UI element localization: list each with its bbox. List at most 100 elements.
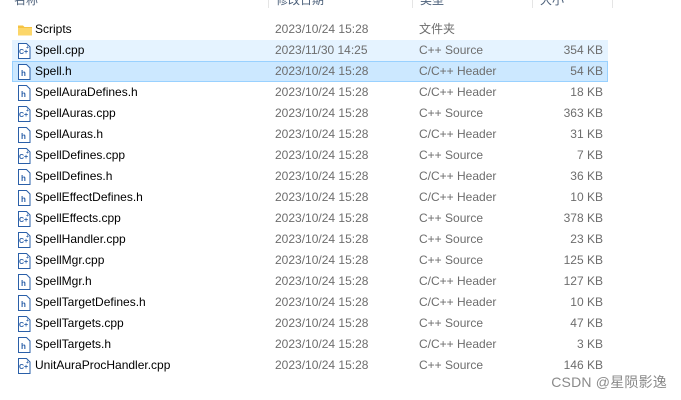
cpp-file-icon: C+ +: [17, 43, 31, 59]
file-type: C++ Source: [419, 43, 484, 57]
file-modified-date: 2023/11/30 14:25: [275, 43, 368, 57]
file-row[interactable]: C+ + SpellHandler.cpp 2023/10/24 15:28 C++ S…: [12, 229, 608, 250]
file-modified-date: 2023/10/24 15:28: [275, 253, 369, 267]
file-name: Scripts: [35, 22, 72, 36]
file-type: C++ Source: [419, 148, 484, 162]
cpp-file-icon: C+ +: [17, 148, 31, 164]
cpp-file-icon: C+ +: [17, 211, 31, 227]
header-file-icon: h: [17, 337, 31, 353]
file-row[interactable]: h SpellTargets.h 2023/10/24 15:28 C/C++ Hea…: [12, 334, 608, 355]
header-file-icon: h: [17, 190, 31, 206]
svg-text:h: h: [21, 342, 26, 351]
file-size: 18 KB: [570, 85, 603, 99]
column-name-header[interactable]: 名称: [14, 0, 38, 8]
header-file-icon: h: [17, 85, 31, 101]
file-size: 125 KB: [563, 253, 603, 267]
svg-text:+: +: [26, 255, 29, 261]
file-type: C/C++ Header: [419, 85, 497, 99]
file-size: 54 KB: [570, 64, 603, 78]
cpp-file-icon: C+ +: [17, 232, 31, 248]
file-row[interactable]: C+ + Spell.cpp 2023/11/30 14:25 C++ Source 35…: [12, 40, 608, 61]
file-name: SpellAuras.cpp: [35, 106, 116, 120]
file-name: Spell.cpp: [35, 43, 85, 57]
file-row[interactable]: h SpellEffectDefines.h 2023/10/24 15:28 C/C…: [12, 187, 608, 208]
file-name: SpellTargetDefines.h: [35, 295, 146, 309]
file-modified-date: 2023/10/24 15:28: [275, 316, 369, 330]
file-row[interactable]: C+ + UnitAuraProcHandler.cpp 2023/10/24 15:…: [12, 355, 608, 376]
cpp-file-icon: C+ +: [17, 253, 31, 269]
file-type: 文件夹: [419, 22, 456, 36]
file-modified-date: 2023/10/24 15:28: [275, 64, 369, 78]
file-type: C/C++ Header: [419, 337, 497, 351]
column-date-header[interactable]: 修改日期: [276, 0, 324, 8]
file-modified-date: 2023/10/24 15:28: [275, 337, 369, 351]
svg-text:h: h: [21, 174, 26, 183]
file-row[interactable]: C+ + SpellEffects.cpp 2023/10/24 15:28 C++ S…: [12, 208, 608, 229]
file-size: 7 KB: [576, 148, 603, 162]
file-name: SpellEffectDefines.h: [35, 190, 143, 204]
file-size: 363 KB: [563, 106, 603, 120]
header-file-icon: h: [17, 295, 31, 311]
file-modified-date: 2023/10/24 15:28: [275, 358, 369, 372]
watermark: CSDN @星陨影逸: [551, 374, 667, 390]
file-row[interactable]: Scripts 2023/10/24 15:28 文件夹: [12, 19, 608, 40]
column-divider[interactable]: [532, 0, 533, 8]
file-row[interactable]: C+ + SpellTargets.cpp 2023/10/24 15:28 C++ S…: [12, 313, 608, 334]
file-modified-date: 2023/10/24 15:28: [275, 169, 369, 183]
file-type: C++ Source: [419, 358, 484, 372]
file-row[interactable]: h SpellMgr.h 2023/10/24 15:28 C/C++ Header 1…: [12, 271, 608, 292]
svg-text:+: +: [26, 150, 29, 156]
column-divider[interactable]: [268, 0, 269, 8]
file-modified-date: 2023/10/24 15:28: [275, 22, 369, 36]
file-size: 36 KB: [570, 169, 603, 183]
file-name: SpellDefines.cpp: [35, 148, 126, 162]
svg-text:+: +: [26, 45, 29, 51]
column-header: 名称 修改日期 类型 大小: [0, 0, 681, 8]
file-row[interactable]: h SpellTargetDefines.h 2023/10/24 15:28 C/C…: [12, 292, 608, 313]
svg-text:h: h: [21, 69, 26, 78]
header-file-icon: h: [17, 274, 31, 290]
file-size: 354 KB: [563, 43, 603, 57]
file-size: 3 KB: [576, 337, 603, 351]
column-type-header[interactable]: 类型: [420, 0, 444, 8]
file-type: C/C++ Header: [419, 64, 497, 78]
header-file-icon: h: [17, 169, 31, 185]
file-row[interactable]: h Spell.h 2023/10/24 15:28 C/C++ Header 54 K…: [12, 61, 608, 82]
file-name: Spell.h: [35, 64, 72, 78]
cpp-file-icon: C+ +: [17, 358, 31, 374]
svg-text:+: +: [26, 213, 29, 219]
file-name: SpellDefines.h: [35, 169, 113, 183]
file-name: SpellTargets.h: [35, 337, 112, 351]
column-size-header[interactable]: 大小: [540, 0, 564, 8]
file-type: C/C++ Header: [419, 127, 497, 141]
file-name: SpellMgr.h: [35, 274, 92, 288]
file-row[interactable]: h SpellDefines.h 2023/10/24 15:28 C/C++ Hea…: [12, 166, 608, 187]
file-type: C++ Source: [419, 232, 484, 246]
svg-text:h: h: [21, 132, 26, 141]
file-row[interactable]: C+ + SpellAuras.cpp 2023/10/24 15:28 C++ Sou…: [12, 103, 608, 124]
file-size: 47 KB: [570, 316, 603, 330]
file-size: 31 KB: [570, 127, 603, 141]
file-row[interactable]: h SpellAuras.h 2023/10/24 15:28 C/C++ Heade…: [12, 124, 608, 145]
file-name: SpellHandler.cpp: [35, 232, 126, 246]
file-modified-date: 2023/10/24 15:28: [275, 274, 369, 288]
file-size: 127 KB: [563, 274, 603, 288]
file-row[interactable]: h SpellAuraDefines.h 2023/10/24 15:28 C/C++…: [12, 82, 608, 103]
svg-text:h: h: [21, 300, 26, 309]
file-name: SpellMgr.cpp: [35, 253, 105, 267]
svg-text:+: +: [26, 318, 29, 324]
file-type: C++ Source: [419, 316, 484, 330]
column-divider[interactable]: [612, 0, 613, 8]
file-size: 23 KB: [570, 232, 603, 246]
svg-text:+: +: [26, 234, 29, 240]
file-name: SpellAuras.h: [35, 127, 104, 141]
cpp-file-icon: C+ +: [17, 316, 31, 332]
file-type: C/C++ Header: [419, 274, 497, 288]
file-row[interactable]: C+ + SpellMgr.cpp 2023/10/24 15:28 C++ Sourc…: [12, 250, 608, 271]
file-modified-date: 2023/10/24 15:28: [275, 106, 369, 120]
file-size: 10 KB: [570, 190, 603, 204]
header-file-icon: h: [17, 127, 31, 143]
file-row[interactable]: C+ + SpellDefines.cpp 2023/10/24 15:28 C++ S…: [12, 145, 608, 166]
svg-text:+: +: [26, 108, 29, 114]
column-divider[interactable]: [412, 0, 413, 8]
